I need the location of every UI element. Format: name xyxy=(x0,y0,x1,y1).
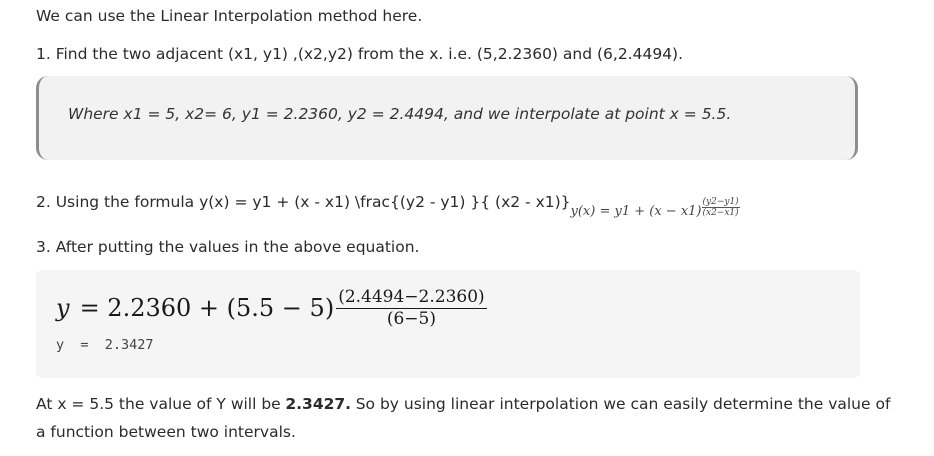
answer-content: We can use the Linear Interpolation meth… xyxy=(0,0,934,456)
equation-denominator: (6−5) xyxy=(386,309,436,329)
inline-formula-lhs: y(x) = y1 + (x − x1) xyxy=(570,204,702,219)
conclusion-value: 2.3427. xyxy=(285,395,352,413)
calculation-equation: y = 2.2360 + (5.5 − 5) (2.4494−2.2360) (… xyxy=(56,286,487,329)
equation-fraction: (2.4494−2.2360) (6−5) xyxy=(336,287,487,330)
step-3-text: 3. After putting the values in the above… xyxy=(36,238,420,256)
conclusion-prefix: At x = 5.5 the value of Y will be xyxy=(36,395,281,413)
inline-fraction-denominator: (x2−x1) xyxy=(702,208,739,218)
inline-fraction-numerator: (y2−y1) xyxy=(701,197,740,208)
conclusion-line-1: At x = 5.5 the value of Y will be 2.3427.… xyxy=(36,394,890,414)
calculation-block: y = 2.2360 + (5.5 − 5) (2.4494−2.2360) (… xyxy=(36,270,860,378)
equation-numerator: (2.4494−2.2360) xyxy=(336,287,487,309)
step-2-line: 2. Using the formula y(x) = y1 + (x - x1… xyxy=(36,192,740,219)
result-code-line: y = 2.3427 xyxy=(56,337,154,353)
note-blockquote: Where x1 = 5, x2= 6, y1 = 2.2360, y2 = 2… xyxy=(36,76,858,160)
conclusion-suffix: So by using linear interpolation we can … xyxy=(355,395,891,413)
step-1-text: 1. Find the two adjacent (x1, y1) ,(x2,y… xyxy=(36,45,684,63)
note-text: Where x1 = 5, x2= 6, y1 = 2.2360, y2 = 2… xyxy=(68,105,732,123)
inline-fraction: (y2−y1) (x2−x1) xyxy=(701,197,740,218)
equation-lhs: y xyxy=(56,293,70,322)
inline-formula: y(x) = y1 + (x − x1) (y2−y1) (x2−x1) xyxy=(570,197,740,219)
intro-text: We can use the Linear Interpolation meth… xyxy=(36,7,423,25)
step-2-text: 2. Using the formula y(x) = y1 + (x - x1… xyxy=(36,193,571,211)
equation-rhs: = 2.2360 + (5.5 − 5) xyxy=(79,293,335,322)
conclusion-line-2: a function between two intervals. xyxy=(36,423,296,441)
